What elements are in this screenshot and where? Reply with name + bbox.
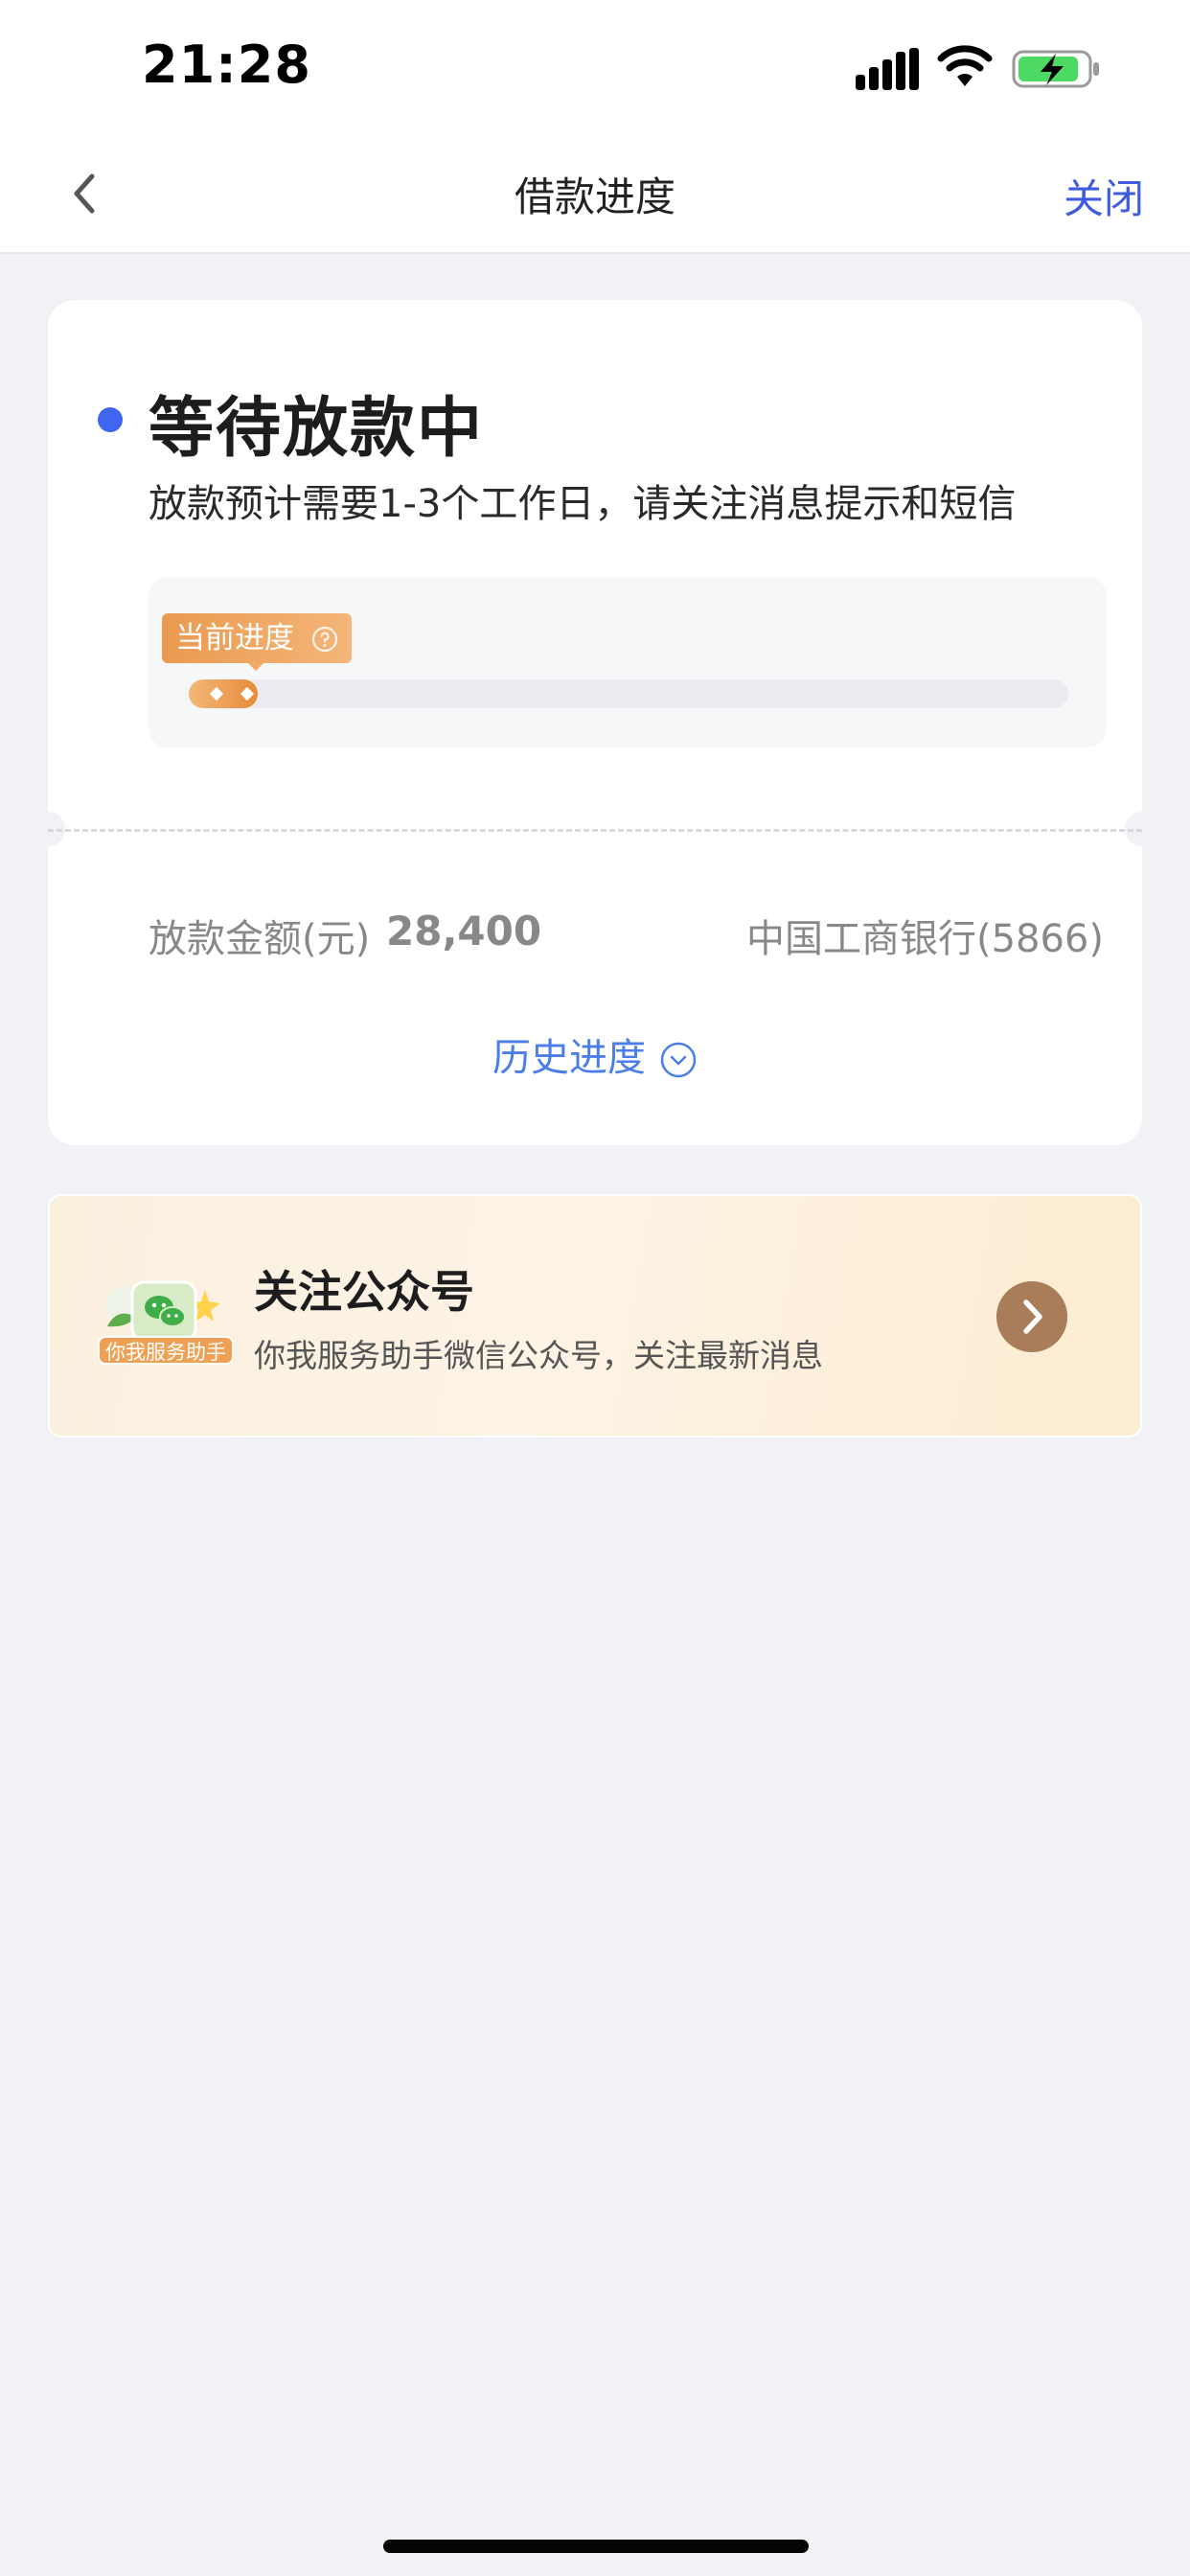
promo-title: 关注公众号 — [254, 1266, 474, 1318]
dashed-divider — [48, 829, 1142, 832]
battery-charging-icon — [1012, 50, 1099, 88]
help-icon[interactable] — [311, 626, 338, 653]
progress-fill — [189, 679, 258, 708]
status-title: 等待放款中 — [149, 391, 485, 467]
history-progress-link[interactable]: 历史进度 — [48, 1026, 1142, 1082]
amount-value: 28,400 — [386, 908, 542, 954]
progress-marker-icon — [209, 686, 224, 702]
status-description: 放款预计需要1-3个工作日，请关注消息提示和短信 — [149, 482, 1017, 526]
chevron-down-circle-icon — [660, 1042, 697, 1078]
progress-panel: 当前进度 — [149, 577, 1107, 748]
wechat-follow-banner[interactable]: 你我服务助手 关注公众号 你我服务助手微信公众号，关注最新消息 — [48, 1194, 1142, 1438]
wifi-icon — [937, 45, 993, 86]
loan-status-card: 等待放款中 放款预计需要1-3个工作日，请关注消息提示和短信 当前进度 放款金额… — [31, 300, 1159, 1145]
status-bar: 21:28 — [0, 0, 1190, 144]
page-title: 借款进度 — [514, 173, 675, 220]
current-progress-label: 当前进度 — [175, 621, 294, 656]
progress-track — [189, 679, 1068, 708]
signal-icon — [856, 48, 919, 90]
progress-marker-icon — [240, 686, 255, 702]
current-progress-tag[interactable]: 当前进度 — [162, 613, 352, 663]
close-button[interactable]: 关闭 — [1064, 167, 1144, 225]
history-progress-label: 历史进度 — [492, 1036, 646, 1080]
assistant-badge: 你我服务助手 — [98, 1336, 234, 1365]
status-dot — [98, 407, 123, 432]
status-time: 21:28 — [142, 34, 311, 95]
chevron-right-icon[interactable] — [996, 1281, 1067, 1352]
progress-tag-pointer — [246, 661, 265, 671]
bank-account: 中国工商银行(5866) — [745, 917, 1104, 961]
home-indicator — [383, 2540, 809, 2553]
amount-label: 放款金额(元) — [149, 917, 371, 961]
navigation-bar: 借款进度 关闭 — [0, 144, 1190, 254]
promo-subtitle: 你我服务助手微信公众号，关注最新消息 — [254, 1337, 823, 1374]
